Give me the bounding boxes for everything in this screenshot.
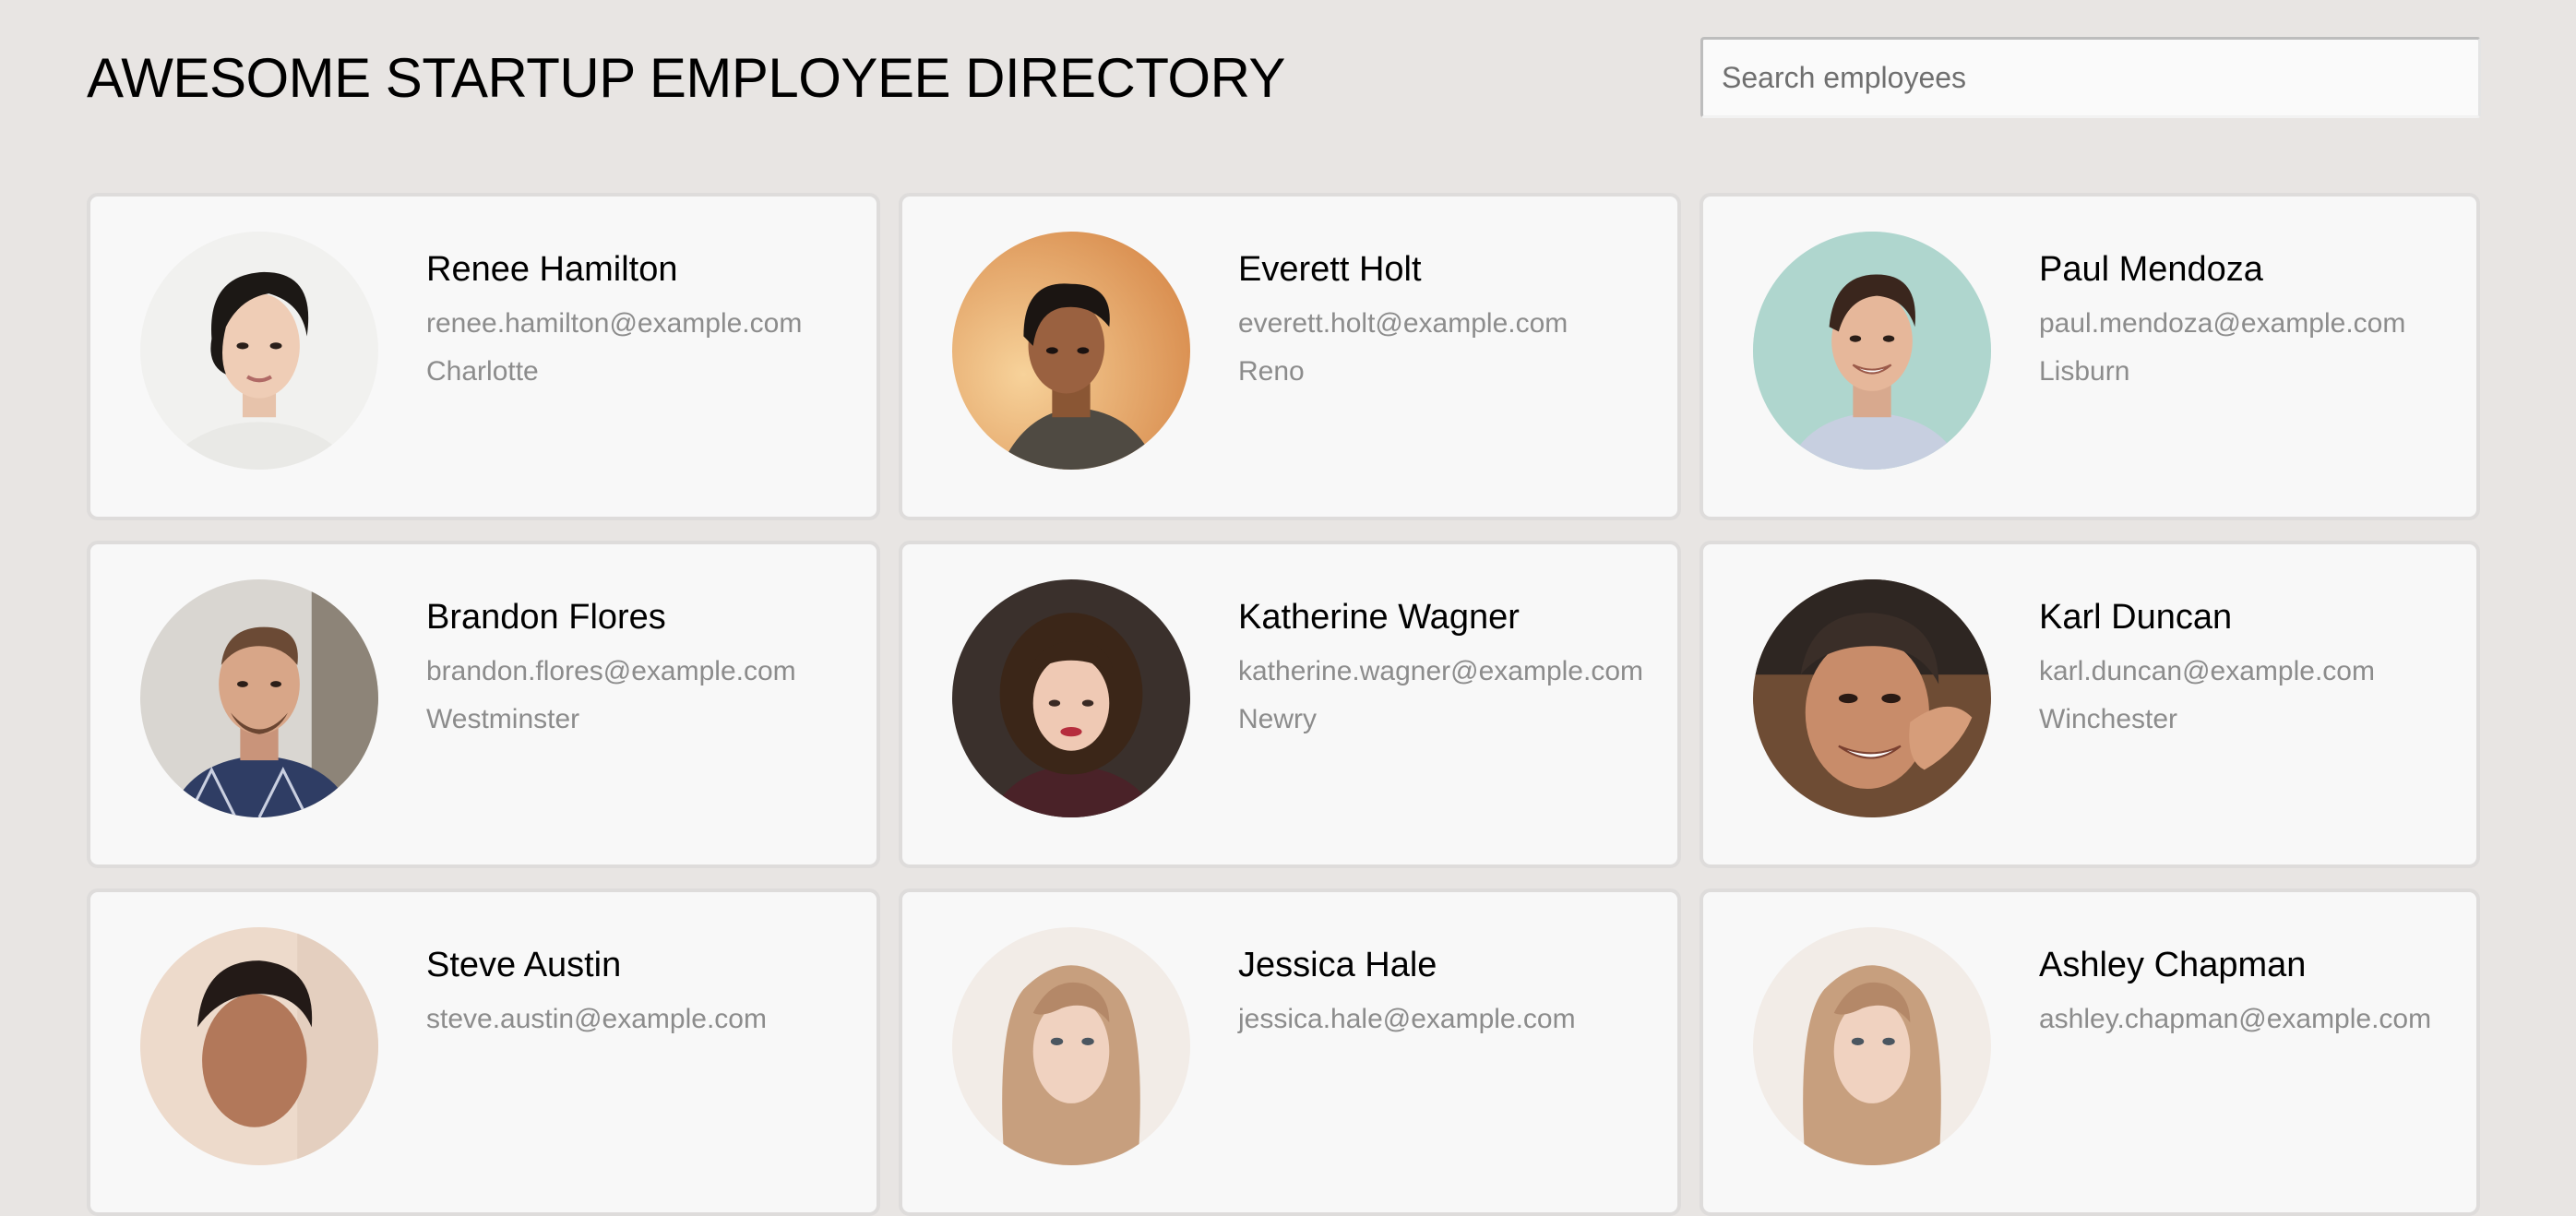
employee-name: Renee Hamilton [426,250,678,289]
employee-email: renee.hamilton@example.com [426,308,803,339]
employee-email: steve.austin@example.com [426,1004,767,1034]
employee-card[interactable]: Paul Mendoza paul.mendoza@example.com Li… [1699,193,2480,520]
employee-city: Reno [1238,356,1305,387]
employee-info: Everett Holt everett.holt@example.com Re… [1238,250,1568,387]
employee-email: brandon.flores@example.com [426,656,796,686]
page-header: AWESOME STARTUP EMPLOYEE DIRECTORY [87,37,2481,120]
employee-card[interactable]: Ashley Chapman ashley.chapman@example.co… [1699,888,2480,1216]
employee-name: Ashley Chapman [2039,946,2307,984]
employee-card[interactable]: Jessica Hale jessica.hale@example.com [899,888,1681,1216]
avatar [140,927,378,1165]
employee-card[interactable]: Katherine Wagner katherine.wagner@exampl… [899,541,1681,868]
employee-name: Paul Mendoza [2039,250,2263,289]
employee-city: Newry [1238,704,1318,734]
employee-info: Paul Mendoza paul.mendoza@example.com Li… [2039,250,2405,387]
employee-card[interactable]: Renee Hamilton renee.hamilton@example.co… [87,193,880,520]
employee-email: ashley.chapman@example.com [2039,1004,2432,1034]
avatar [952,232,1190,470]
employee-info: Jessica Hale jessica.hale@example.com [1238,946,1576,1052]
employee-email: jessica.hale@example.com [1238,1004,1576,1034]
employee-info: Ashley Chapman ashley.chapman@example.co… [2039,946,2431,1052]
employee-name: Karl Duncan [2039,598,2233,637]
employee-email: paul.mendoza@example.com [2039,308,2406,339]
employee-info: Brandon Flores brandon.flores@example.co… [426,598,796,735]
employee-email: karl.duncan@example.com [2039,656,2375,686]
employee-name: Everett Holt [1238,250,1422,289]
avatar [140,579,378,817]
employee-info: Karl Duncan karl.duncan@example.com Winc… [2039,598,2375,735]
employee-card[interactable]: Everett Holt everett.holt@example.com Re… [899,193,1681,520]
employee-info: Renee Hamilton renee.hamilton@example.co… [426,250,802,387]
avatar [1753,927,1991,1165]
employee-email: katherine.wagner@example.com [1238,656,1643,686]
employee-name: Steve Austin [426,946,622,984]
page-title: AWESOME STARTUP EMPLOYEE DIRECTORY [87,47,1285,109]
avatar [1753,579,1991,817]
employee-city: Westminster [426,704,580,734]
employee-city: Winchester [2039,704,2178,734]
employee-name: Katherine Wagner [1238,598,1520,637]
employee-email: everett.holt@example.com [1238,308,1568,339]
employee-name: Jessica Hale [1238,946,1437,984]
employee-name: Brandon Flores [426,598,666,637]
employee-card[interactable]: Brandon Flores brandon.flores@example.co… [87,541,880,868]
search-input[interactable] [1700,37,2481,118]
employee-city: Charlotte [426,356,539,387]
employee-info: Steve Austin steve.austin@example.com [426,946,767,1052]
employee-city: Lisburn [2039,356,2130,387]
avatar [1753,232,1991,470]
employee-info: Katherine Wagner katherine.wagner@exampl… [1238,598,1643,735]
employee-card[interactable]: Karl Duncan karl.duncan@example.com Winc… [1699,541,2480,868]
avatar [952,579,1190,817]
avatar [140,232,378,470]
employee-card[interactable]: Steve Austin steve.austin@example.com [87,888,880,1216]
avatar [952,927,1190,1165]
